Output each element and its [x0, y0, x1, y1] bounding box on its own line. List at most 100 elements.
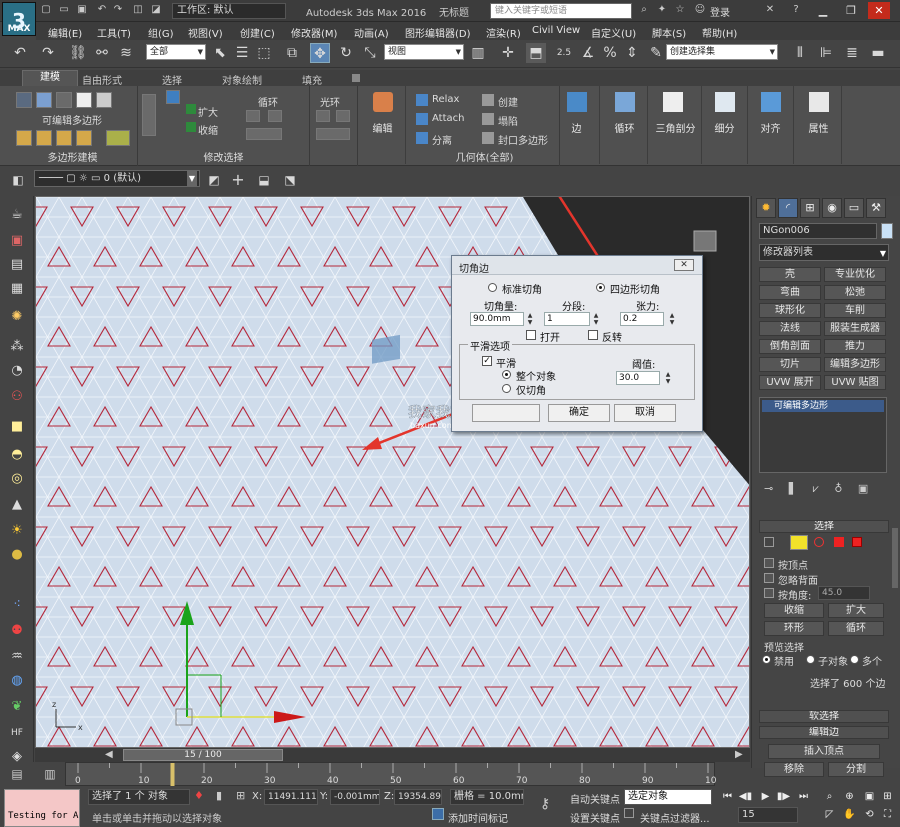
insert-vertex-button[interactable]: 插入顶点 — [768, 744, 880, 759]
by-angle-checkbox[interactable] — [764, 588, 774, 598]
hierarchy-tab-icon[interactable]: ⊞ — [800, 198, 820, 218]
create-tab-icon[interactable]: ✹ — [756, 198, 776, 218]
mod-slice-button[interactable]: 切片 — [759, 357, 821, 372]
create-button[interactable]: 创建 — [498, 94, 518, 109]
loops-big-button[interactable]: 循环 — [602, 86, 648, 164]
shrink-button[interactable]: 收缩 — [764, 603, 824, 618]
remove-button[interactable]: 移除 — [764, 762, 824, 777]
hemisphere-icon[interactable]: ◓ — [7, 446, 27, 464]
preview-multi-radio[interactable] — [850, 655, 859, 664]
amount-spinner[interactable]: ▲ ▼ — [526, 312, 534, 326]
mod-normal-button[interactable]: 法线 — [759, 321, 821, 336]
layer-explorer-icon[interactable]: ◧ — [8, 170, 28, 190]
unlink-icon[interactable]: ⚯ — [92, 43, 112, 63]
menu-customize[interactable]: 自定义(U) — [591, 25, 636, 40]
selection-filter-dropdown[interactable]: 全部 — [146, 44, 206, 60]
pivot-center-icon[interactable]: ▥ — [468, 43, 488, 63]
grow-button[interactable]: 扩大 — [828, 603, 884, 618]
new-file-icon[interactable]: ▢ — [40, 4, 52, 16]
tab-object-paint[interactable]: 对象绘制 — [222, 72, 262, 87]
fov-icon[interactable]: ◸ — [822, 808, 837, 822]
triangulation-big-button[interactable]: 三角剖分 — [650, 86, 702, 164]
loop-button[interactable]: 循环 — [828, 621, 884, 636]
add-time-tag-button[interactable]: 添加时间标记 — [448, 810, 508, 825]
set-key-button[interactable]: 设置关键点 — [570, 810, 620, 825]
dialog-titlebar[interactable]: 切角边 ✕ — [452, 256, 702, 275]
menu-animation[interactable]: 动画(A) — [354, 25, 389, 40]
render-icon[interactable]: ▣ — [7, 232, 27, 250]
mod-spherify-button[interactable]: 球形化 — [759, 303, 821, 318]
selection-rollout-header[interactable]: 选择 — [759, 520, 889, 533]
menu-views[interactable]: 视图(V) — [188, 25, 223, 40]
panel-title-geometry[interactable]: 几何体(全部) — [410, 149, 559, 164]
cancel-button[interactable]: 取消 — [614, 404, 676, 422]
layer-manager-icon[interactable]: ≣ — [842, 43, 862, 63]
ring-plus-icon[interactable] — [316, 110, 330, 122]
entire-object-radio[interactable] — [502, 370, 511, 379]
connect-icon[interactable]: ⚇ — [7, 388, 27, 406]
absolute-mode-icon[interactable]: ⊞ — [236, 789, 245, 802]
zoom-all-icon[interactable]: ⊕ — [842, 790, 857, 804]
select-in-layer-icon[interactable]: ⬓ — [254, 170, 274, 190]
particle-icon[interactable]: ⁂ — [7, 338, 27, 356]
camera-icon[interactable]: ◔ — [7, 362, 27, 380]
time-tag-icon[interactable] — [432, 808, 444, 820]
mod-pro-optimizer-button[interactable]: 专业优化 — [824, 267, 886, 282]
key-icon[interactable]: ⚷ — [540, 796, 550, 812]
y-coordinate-field[interactable]: -0.001mm — [330, 789, 380, 805]
menu-rendering[interactable]: 渲染(R) — [486, 25, 521, 40]
open-checkbox[interactable] — [526, 330, 536, 340]
zoom-extents-all-icon[interactable]: ⊞ — [880, 790, 895, 804]
minimize-button[interactable]: ▁ — [812, 2, 834, 19]
collapse-button[interactable]: 塌陷 — [498, 113, 518, 128]
vertex-mode-icon[interactable] — [16, 92, 32, 108]
spinner-snap-icon[interactable]: ⇕ — [622, 43, 642, 63]
molecule-icon[interactable]: ⚉ — [7, 622, 27, 640]
goto-start-icon[interactable]: ⏮ — [720, 790, 735, 804]
invert-checkbox[interactable] — [588, 330, 598, 340]
sun-icon[interactable]: ☀ — [7, 522, 27, 540]
quad-chamfer-radio[interactable] — [596, 283, 605, 292]
stack-item-editable-poly[interactable]: 可编辑多边形 — [762, 400, 884, 412]
loop-button[interactable]: 循环 — [258, 94, 278, 109]
key-filter-icon[interactable] — [624, 808, 634, 818]
amount-input[interactable]: 90.0mm — [470, 312, 524, 326]
panel-title-modify-selection[interactable]: 修改选择 — [138, 149, 309, 164]
key-filters-button[interactable]: 关键点过滤器... — [640, 810, 710, 825]
mod-shell-button[interactable]: 壳 — [759, 267, 821, 282]
loop-minus-icon[interactable] — [268, 110, 282, 122]
auto-key-button[interactable]: 自动关键点 — [570, 791, 620, 806]
light-icon[interactable]: ✺ — [7, 308, 27, 326]
menu-modifiers[interactable]: 修改器(M) — [291, 25, 337, 40]
shrink-button[interactable]: 收缩 — [198, 122, 218, 137]
select-manipulate-icon[interactable]: ✛ — [498, 43, 518, 63]
sphere-icon[interactable]: ● — [7, 546, 27, 564]
snap-toggle[interactable]: 2.5 — [554, 43, 574, 63]
border-sel-icon[interactable] — [814, 537, 824, 547]
chamfers-only-radio[interactable] — [502, 384, 511, 393]
modify-mode-icon[interactable] — [16, 130, 32, 146]
window-crossing-icon[interactable]: ⧉ — [282, 43, 302, 63]
keyboard-shortcut-icon[interactable]: ⬒ — [526, 43, 546, 63]
ignore-backfacing-checkbox[interactable] — [764, 573, 774, 583]
edit-named-sel-icon[interactable]: ✎ — [646, 43, 666, 63]
utilities-tab-icon[interactable]: ⚒ — [866, 198, 886, 218]
undo-icon[interactable]: ↶ — [96, 4, 108, 16]
panel-title-polygon-modeling[interactable]: 多边形建模 — [8, 149, 137, 164]
mod-bend-button[interactable]: 弯曲 — [759, 285, 821, 300]
element-sel-icon[interactable] — [852, 537, 862, 547]
scale-icon[interactable]: ⤡ — [360, 43, 380, 63]
hold-icon[interactable]: ◫ — [132, 4, 144, 16]
track-bar[interactable]: 0 10 20 30 40 50 60 70 80 90 100 — [65, 762, 722, 787]
preserve-uv-icon[interactable] — [106, 130, 130, 146]
perspective-viewport[interactable]: z x 我家我室内设计 baxun.com 切角边 ✕ 标准切角 四边形切角 切… — [35, 196, 750, 748]
reference-coord-dropdown[interactable]: 视图 — [384, 44, 464, 60]
apply-button[interactable] — [472, 404, 540, 422]
preview-disabled-radio[interactable] — [762, 655, 771, 664]
set-current-layer-icon[interactable]: ⬔ — [280, 170, 300, 190]
edit-edges-rollout-header[interactable]: 编辑边 — [759, 726, 889, 739]
edges-big-button[interactable]: 边 — [554, 86, 600, 164]
select-by-name-icon[interactable]: ☰ — [232, 43, 252, 63]
mod-lathe-button[interactable]: 车削 — [824, 303, 886, 318]
dialog-close-button[interactable]: ✕ — [674, 259, 694, 271]
